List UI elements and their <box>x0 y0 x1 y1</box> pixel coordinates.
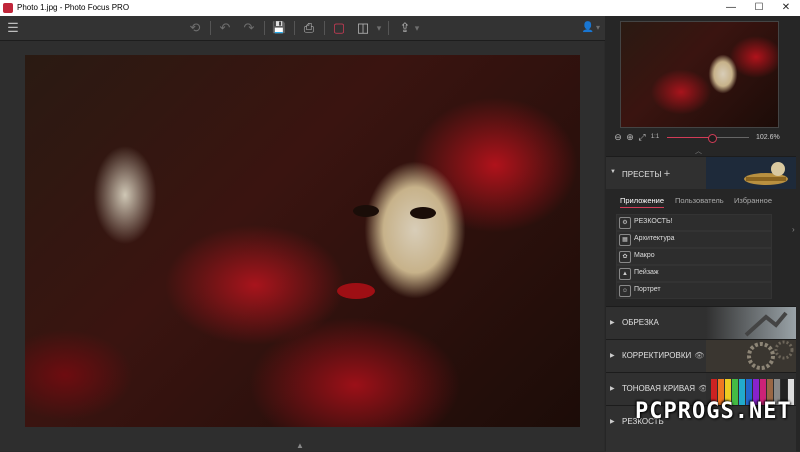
redo-icon[interactable]: ↷ <box>240 19 258 37</box>
toolbar-divider <box>388 21 389 35</box>
user-icon[interactable]: 👤 <box>581 19 595 37</box>
adjustments-section-header[interactable]: ▶ КОРРЕКТИРОВКИ 👁 <box>606 339 796 372</box>
chevron-up-icon[interactable]: ︿ <box>695 146 702 156</box>
preset-item-landscape[interactable]: ▲ Пейзаж <box>616 265 772 282</box>
zoom-percent: 102.6% <box>756 134 780 141</box>
tab-application[interactable]: Приложение <box>620 196 664 208</box>
preset-label: Пейзаж <box>634 269 659 276</box>
chevron-right-icon: ▶ <box>610 353 615 359</box>
preset-item-architecture[interactable]: ▦ Архитектура <box>616 231 772 248</box>
portrait-icon: ☺ <box>619 285 631 297</box>
window-title: Photo 1.jpg - Photo Focus PRO <box>17 3 130 12</box>
navigator-thumbnail[interactable] <box>620 21 779 128</box>
zoom-out-icon[interactable]: ⊖ <box>612 131 624 143</box>
preset-label: Макро <box>634 252 655 259</box>
preset-item-sharpness[interactable]: ⚙ РЕЗКОСТЬ! <box>616 214 772 231</box>
chevron-up-icon[interactable]: ▲ <box>296 441 304 450</box>
section-label: ОБРЕЗКА <box>622 318 659 327</box>
mask-lips <box>337 283 375 299</box>
photo-preview[interactable] <box>25 55 580 427</box>
app-logo-icon <box>3 3 13 13</box>
section-label: КОРРЕКТИРОВКИ 👁 <box>622 351 705 360</box>
user-dropdown-icon[interactable]: ▾ <box>594 19 602 37</box>
share-dropdown-icon[interactable]: ▾ <box>412 19 422 37</box>
save-icon[interactable]: 💾 <box>270 19 288 37</box>
crop-banner-image <box>706 307 796 339</box>
architecture-icon: ▦ <box>619 234 631 246</box>
minimize-button[interactable]: — <box>717 0 745 16</box>
view-dropdown-icon[interactable]: ▾ <box>374 19 384 37</box>
title-bar: Photo 1.jpg - Photo Focus PRO — ☐ ✕ <box>0 0 800 16</box>
sharpness-icon: ⚙ <box>619 217 631 229</box>
chevron-down-icon: ▼ <box>610 169 616 175</box>
presets-section-header[interactable]: ▼ ПРЕСЕТЫ + <box>606 156 796 189</box>
preset-label: РЕЗКОСТЬ! <box>634 218 673 225</box>
chevron-right-icon: ▶ <box>610 419 615 425</box>
preset-item-portrait[interactable]: ☺ Портрет <box>616 282 772 299</box>
hamburger-menu-icon[interactable]: ☰ <box>4 19 22 37</box>
close-button[interactable]: ✕ <box>772 0 800 16</box>
toolbar-divider <box>324 21 325 35</box>
undo-all-icon[interactable]: ⟲ <box>186 19 204 37</box>
zoom-slider[interactable] <box>667 134 749 143</box>
preset-label: Архитектура <box>634 235 675 242</box>
zoom-controls: ⊖ ⊕ ⤢ 1:1 102.6% <box>612 131 797 145</box>
zoom-slider-fill <box>667 137 713 138</box>
adjustments-banner-image <box>706 340 796 372</box>
preset-item-macro[interactable]: ✿ Макро <box>616 248 772 265</box>
mask-eye-right <box>410 207 436 219</box>
add-preset-icon[interactable]: + <box>664 168 670 180</box>
presets-title: ПРЕСЕТЫ + <box>622 168 671 180</box>
zoom-slider-handle[interactable] <box>708 134 718 143</box>
section-label: ТОНОВАЯ КРИВАЯ 👁 <box>622 384 709 393</box>
visibility-icon[interactable]: 👁 <box>694 351 704 360</box>
presets-banner-image <box>706 157 796 189</box>
single-view-icon[interactable]: ▢ <box>330 19 348 37</box>
fit-to-screen-icon[interactable]: ⤢ <box>636 131 648 143</box>
maximize-button[interactable]: ☐ <box>745 0 773 16</box>
preset-label: Портрет <box>634 286 661 293</box>
tab-user[interactable]: Пользователь <box>675 196 724 205</box>
print-icon[interactable]: ⎙ <box>300 19 318 37</box>
toolbar-divider <box>264 21 265 35</box>
actual-size-icon[interactable]: 1:1 <box>648 131 662 143</box>
zoom-in-icon[interactable]: ⊕ <box>624 131 636 143</box>
mask-eye-left <box>353 205 379 217</box>
scroll-right-icon[interactable]: › <box>792 225 795 234</box>
toolbar-divider <box>294 21 295 35</box>
chevron-right-icon: ▶ <box>610 320 615 326</box>
watermark-logo: PCPROGS.NET <box>635 399 792 424</box>
image-canvas[interactable] <box>0 41 604 451</box>
preset-tabs: Приложение Пользователь Избранное <box>620 196 790 210</box>
undo-icon[interactable]: ↶ <box>216 19 234 37</box>
crop-section-header[interactable]: ▶ ОБРЕЗКА <box>606 306 796 339</box>
macro-icon: ✿ <box>619 251 631 263</box>
landscape-icon: ▲ <box>619 268 631 280</box>
split-view-icon[interactable]: ◫ <box>354 19 372 37</box>
chevron-right-icon: ▶ <box>610 386 615 392</box>
toolbar-divider <box>210 21 211 35</box>
tab-favorites[interactable]: Избранное <box>734 196 772 205</box>
